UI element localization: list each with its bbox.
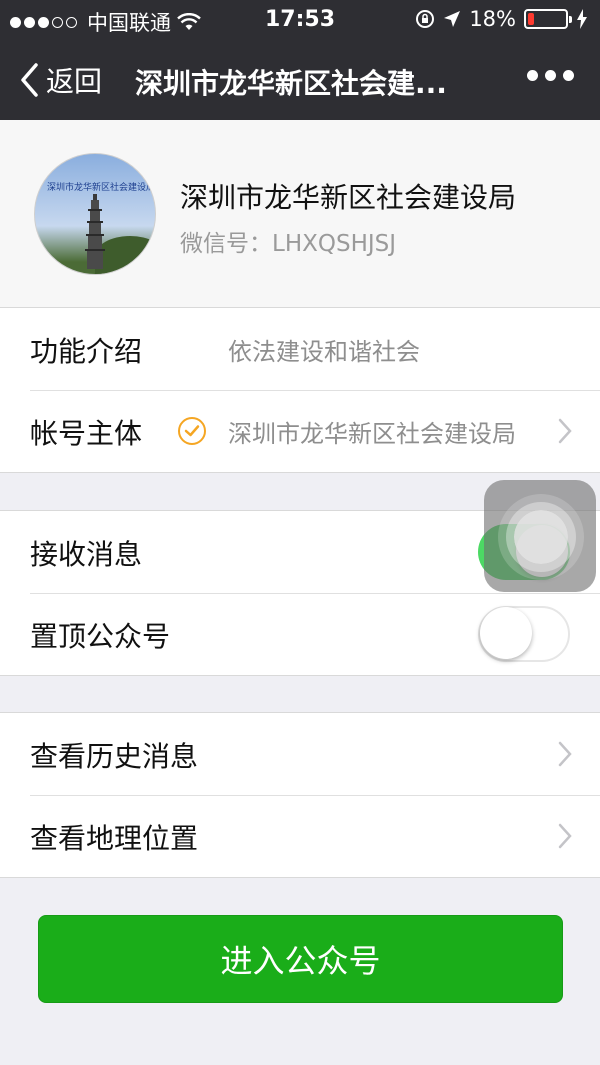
cell-value: 深圳市龙华新区社会建设局: [228, 420, 516, 448]
cell-location[interactable]: 查看地理位置: [0, 795, 600, 877]
page-title: 深圳市龙华新区社会建...: [135, 67, 447, 100]
battery-percent: 18%: [469, 7, 516, 31]
back-chevron-icon: [21, 63, 38, 97]
location-arrow-icon: [444, 11, 461, 27]
status-bar: 中国联通 17:53 18%: [0, 0, 600, 40]
cell-history-messages[interactable]: 查看历史消息: [0, 713, 600, 795]
cell-label: 置顶公众号: [30, 620, 171, 653]
profile-header: 深圳市龙华新区社会建设局 深圳市龙华新区社会建设局 微信号：LHXQSHJSJ: [0, 120, 600, 308]
cell-value: 依法建设和谐社会: [228, 338, 420, 366]
avatar[interactable]: 深圳市龙华新区社会建设局: [34, 153, 156, 275]
avatar-caption: 深圳市龙华新区社会建设局: [47, 183, 156, 193]
pin-account-switch[interactable]: [478, 606, 570, 662]
back-button[interactable]: 返回: [18, 60, 102, 100]
cell-label: 接收消息: [30, 538, 143, 571]
battery-icon: [524, 9, 572, 29]
wechat-id: 微信号：LHXQSHJSJ: [180, 231, 397, 257]
pagoda-icon: [85, 194, 105, 269]
cell-label: 帐号主体: [30, 417, 143, 450]
cell-label: 功能介绍: [30, 335, 143, 368]
verified-badge-icon: [178, 417, 206, 445]
enter-account-button[interactable]: 进入公众号: [38, 915, 563, 1003]
assistive-touch-button[interactable]: [484, 480, 596, 592]
cell-label: 查看历史消息: [30, 740, 199, 773]
links-group: 查看历史消息 查看地理位置: [0, 712, 600, 878]
cell-pin-account: 置顶公众号: [0, 593, 600, 675]
charging-bolt-icon: [577, 9, 587, 29]
navigation-bar: 返回 深圳市龙华新区社会建...: [0, 40, 600, 120]
cell-label: 查看地理位置: [30, 822, 199, 855]
rotation-lock-icon: [416, 10, 435, 28]
chevron-right-icon: [558, 823, 572, 849]
assistive-touch-icon: [514, 510, 568, 564]
chevron-right-icon: [558, 418, 572, 444]
back-label: 返回: [46, 65, 103, 98]
more-dots-icon[interactable]: [527, 70, 574, 81]
cell-account-owner[interactable]: 帐号主体 深圳市龙华新区社会建设局: [0, 390, 600, 472]
account-name: 深圳市龙华新区社会建设局: [180, 181, 517, 214]
chevron-right-icon: [558, 741, 572, 767]
battery-level: [528, 13, 534, 25]
info-group: 功能介绍 依法建设和谐社会 帐号主体 深圳市龙华新区社会建设局: [0, 307, 600, 473]
switch-knob: [480, 607, 532, 659]
cell-function-intro: 功能介绍 依法建设和谐社会: [0, 308, 600, 390]
